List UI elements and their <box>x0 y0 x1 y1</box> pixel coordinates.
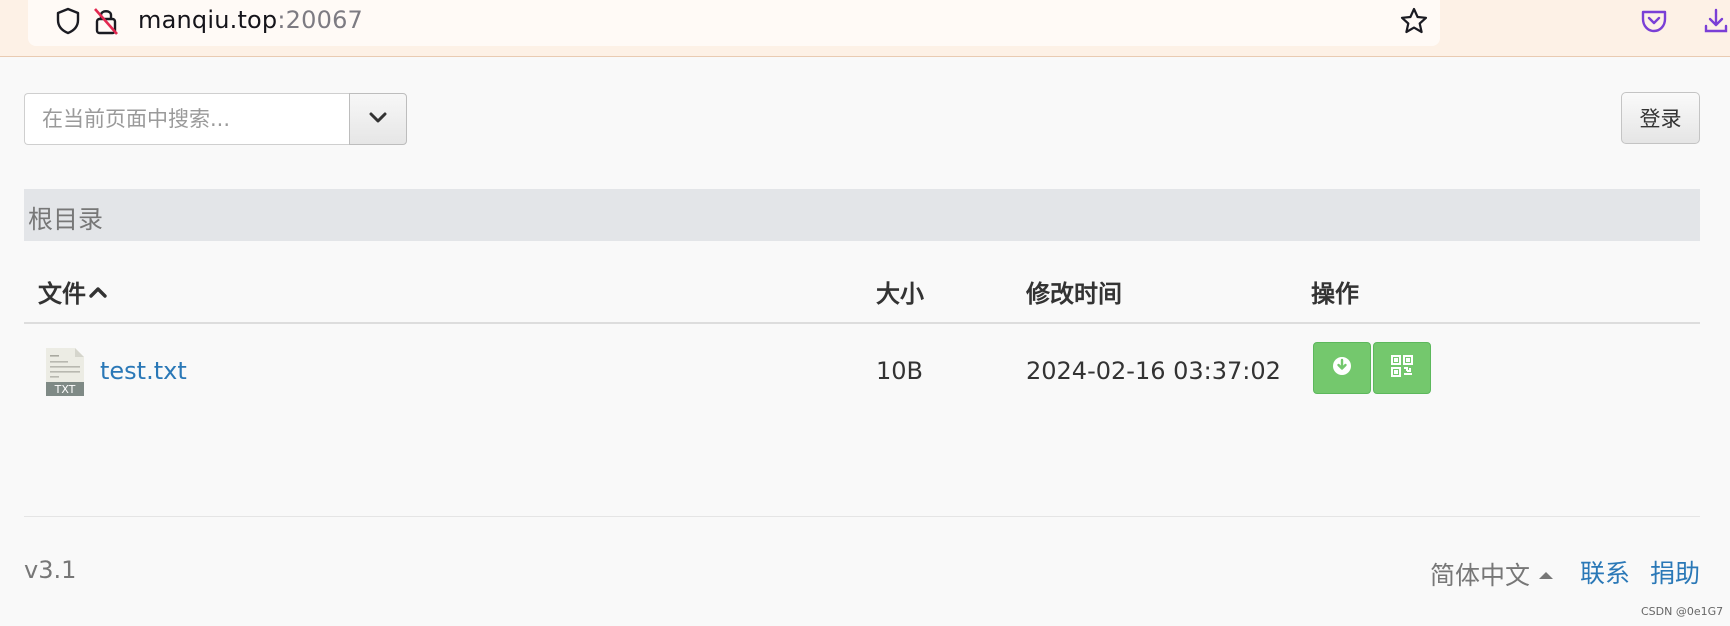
breadcrumb: 根目录 <box>24 189 1700 241</box>
qrcode-button[interactable] <box>1373 342 1431 394</box>
table-row: TXT test.txt 10B 2024-02-16 03:37:02 <box>24 324 1700 414</box>
table-header: 文件 大小 修改时间 操作 <box>24 258 1700 324</box>
address-bar[interactable]: manqiu.top:20067 <box>28 0 1440 46</box>
download-tray-icon[interactable] <box>1700 5 1730 37</box>
download-icon <box>1331 355 1353 381</box>
pocket-icon[interactable] <box>1638 5 1670 37</box>
file-size: 10B <box>876 357 924 385</box>
txt-file-icon: TXT <box>44 347 86 397</box>
shield-icon[interactable] <box>52 5 84 37</box>
star-icon[interactable] <box>1398 5 1430 37</box>
search-input[interactable] <box>24 93 349 145</box>
browser-toolbar: manqiu.top:20067 <box>0 0 1730 57</box>
search-group <box>24 93 407 145</box>
header-modified[interactable]: 修改时间 <box>1026 274 1122 309</box>
version-text: v3.1 <box>24 556 77 584</box>
sort-up-icon <box>88 285 108 299</box>
search-options-button[interactable] <box>349 93 407 145</box>
url-host: manqiu.top <box>138 6 278 34</box>
url-text[interactable]: manqiu.top:20067 <box>138 6 363 34</box>
header-size[interactable]: 大小 <box>876 274 924 309</box>
file-type-badge: TXT <box>54 383 76 396</box>
url-port: :20067 <box>277 6 364 34</box>
file-modified: 2024-02-16 03:37:02 <box>1026 357 1281 385</box>
download-button[interactable] <box>1313 342 1371 394</box>
login-button[interactable]: 登录 <box>1621 92 1700 144</box>
caret-up-icon <box>1539 571 1554 579</box>
header-file[interactable]: 文件 <box>38 274 108 309</box>
file-table: 文件 大小 修改时间 操作 TXT test.txt 10B 2024-02-1… <box>24 258 1700 414</box>
language-label: 简体中文 <box>1430 561 1531 590</box>
chevron-down-icon <box>368 110 388 129</box>
file-name-link[interactable]: test.txt <box>100 357 187 385</box>
footer-divider <box>24 516 1700 517</box>
insecure-lock-icon[interactable] <box>90 5 122 37</box>
qrcode-icon <box>1390 354 1414 382</box>
donate-link[interactable]: 捐助 <box>1650 554 1700 590</box>
breadcrumb-root[interactable]: 根目录 <box>28 200 103 236</box>
contact-link[interactable]: 联系 <box>1580 554 1630 590</box>
header-actions: 操作 <box>1311 280 1359 308</box>
watermark: CSDN @0e1G7 <box>1641 605 1724 618</box>
header-file-label: 文件 <box>38 280 86 308</box>
language-select[interactable]: 简体中文 <box>1430 556 1554 592</box>
